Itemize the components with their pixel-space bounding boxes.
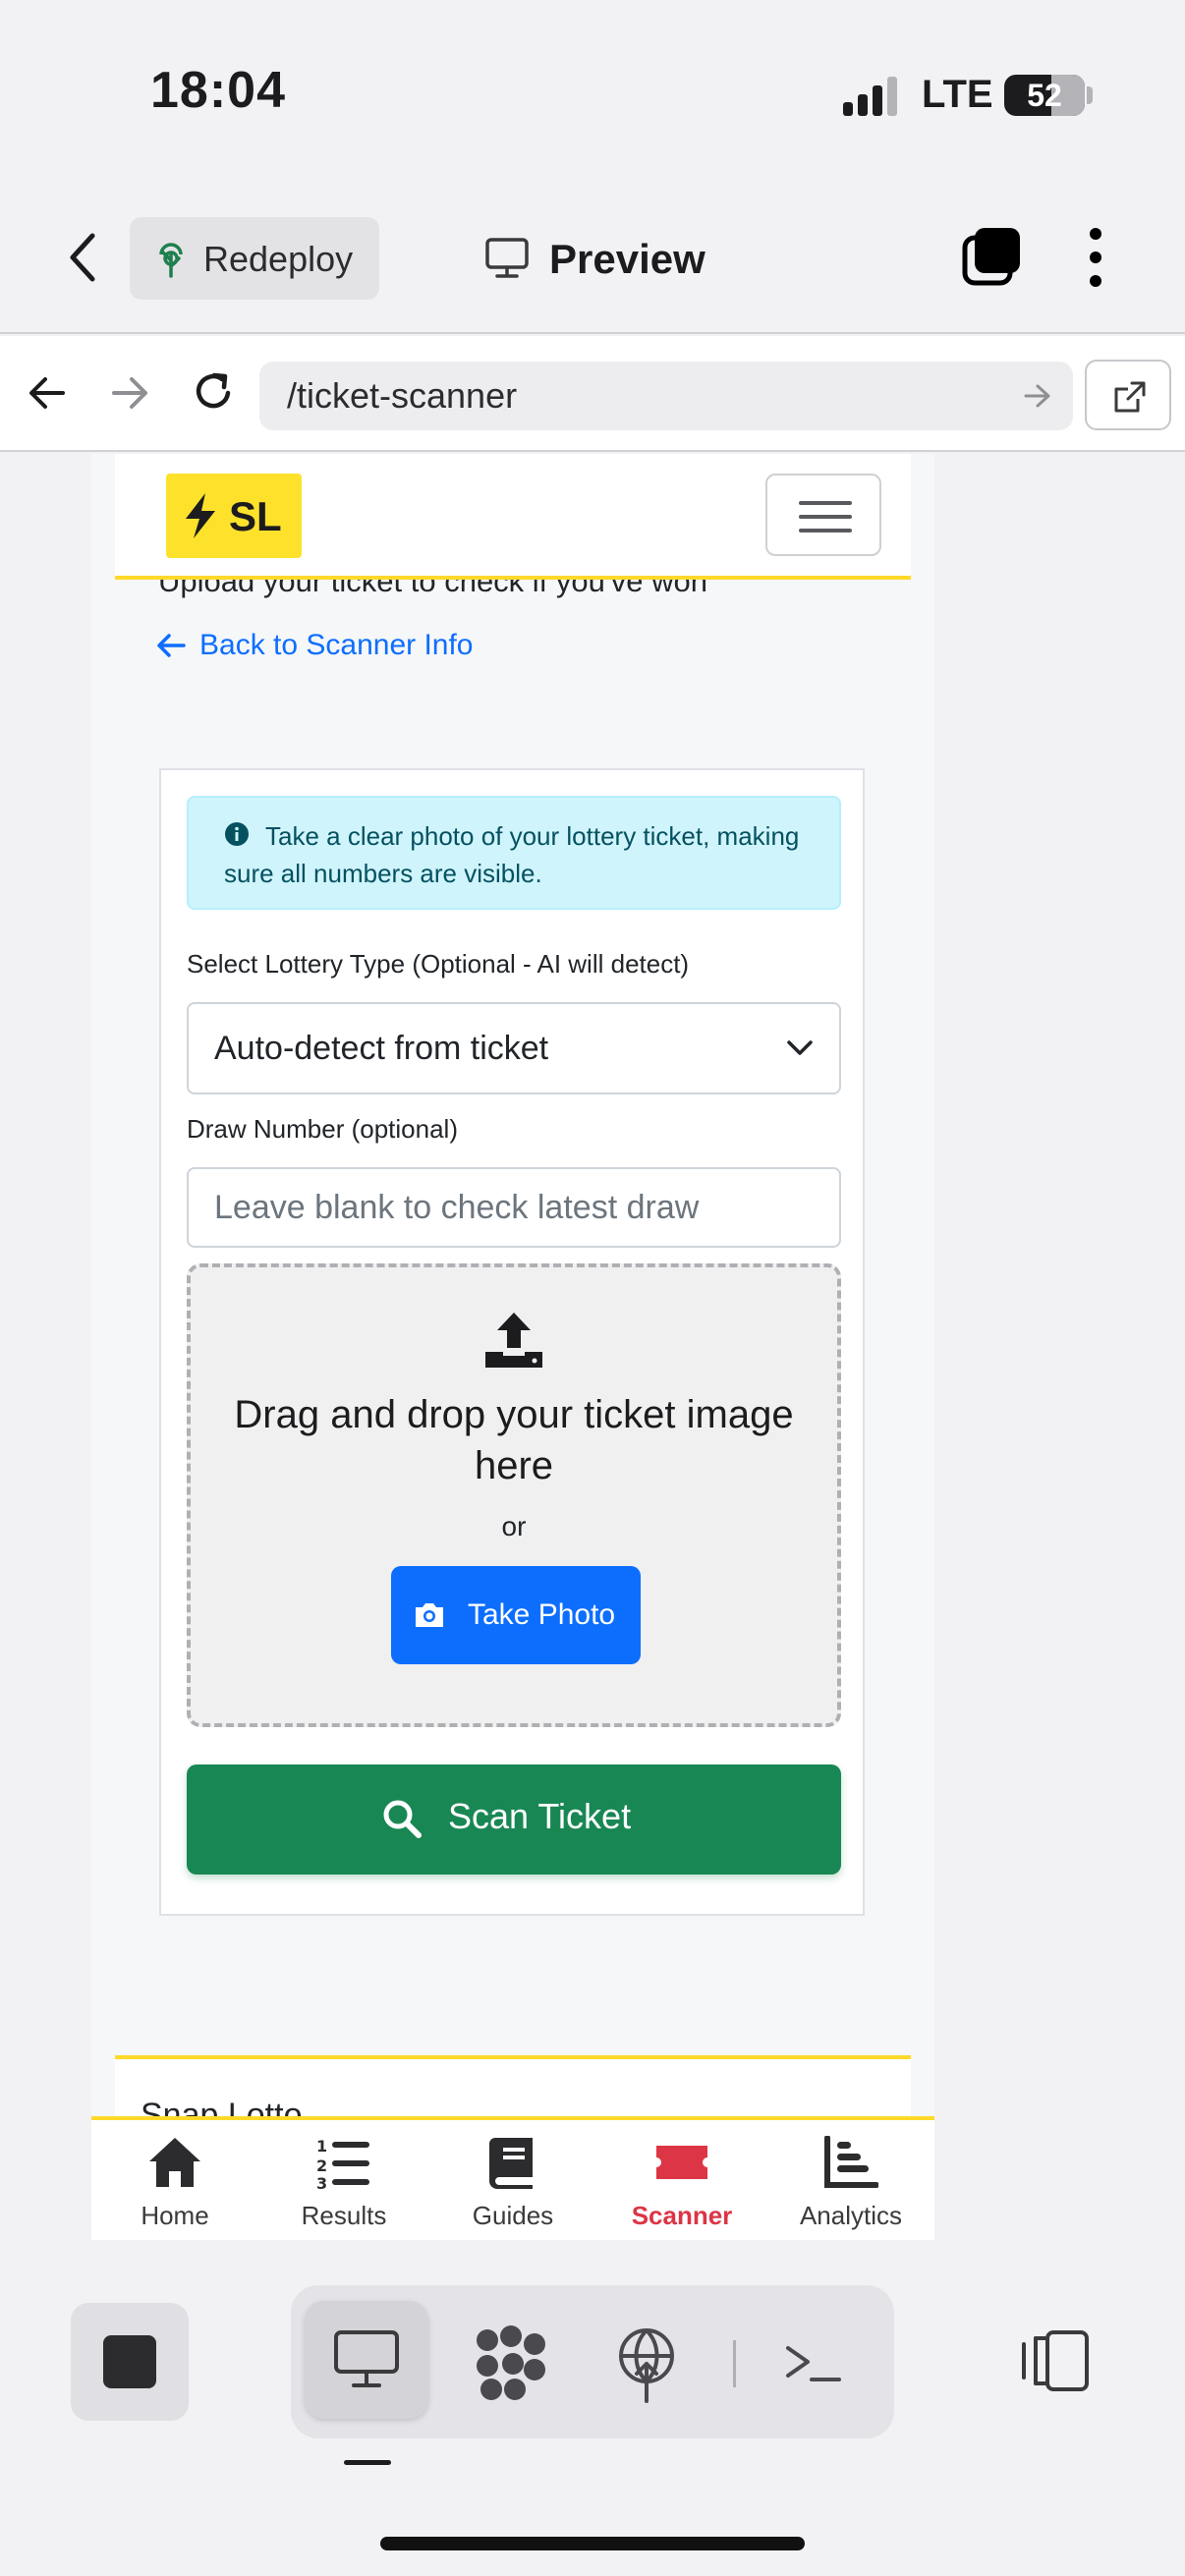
home-indicator (380, 2537, 805, 2550)
dropzone-or: or (501, 1511, 527, 1541)
draw-number-input[interactable] (187, 1167, 841, 1248)
nav-item-scanner[interactable]: Scanner (598, 2120, 765, 2240)
draw-number-label: Draw Number (optional) (187, 1114, 458, 1144)
scan-ticket-label: Scan Ticket (448, 1796, 632, 1836)
more-vertical-icon[interactable] (1081, 226, 1110, 289)
terminal-icon[interactable] (782, 2324, 845, 2403)
web-viewport: Upload your ticket to check if you've wo… (91, 454, 934, 2240)
lottery-type-value: Auto-detect from ticket (214, 1030, 549, 1067)
view-switcher (291, 2285, 894, 2438)
arrow-right-icon[interactable] (108, 371, 151, 415)
back-link-label: Back to Scanner Info (199, 629, 474, 661)
lottery-type-label: Select Lottery Type (Optional - AI will … (187, 949, 690, 979)
menu-toggle-button[interactable] (765, 474, 881, 556)
camera-icon (416, 1603, 443, 1627)
go-arrow-icon[interactable] (1024, 383, 1051, 409)
site-navbar: SL (115, 454, 911, 580)
nodes-icon[interactable] (472, 2324, 550, 2403)
battery-icon: 52 (1004, 75, 1085, 116)
monitor-icon (334, 2330, 399, 2387)
battery-level: 52 (1027, 78, 1062, 113)
battery-tip (1087, 86, 1093, 104)
upload-icon (485, 1313, 542, 1368)
redeploy-label: Redeploy (203, 239, 354, 279)
arrow-left-icon (157, 634, 186, 657)
url-text: /ticket-scanner (287, 375, 518, 416)
arrow-left-icon[interactable] (26, 371, 69, 415)
dropzone-title: Drag and drop your ticket image here (234, 1393, 794, 1487)
nav-label: Analytics (799, 2201, 903, 2230)
svg-text:1: 1 (316, 2137, 327, 2156)
nav-label: Scanner (631, 2201, 733, 2230)
stop-icon (103, 2335, 156, 2388)
home-icon (149, 2138, 200, 2187)
open-external-button[interactable] (1085, 360, 1171, 430)
chevron-left-icon[interactable] (61, 228, 104, 287)
app-bar: Redeploy Preview (0, 187, 1185, 334)
network-type: LTE (922, 73, 993, 116)
url-bar: /ticket-scanner (0, 336, 1185, 452)
list-ol-icon: 1 2 3 (316, 2137, 369, 2189)
reload-icon[interactable] (189, 367, 238, 417)
url-field[interactable]: /ticket-scanner (259, 362, 1073, 430)
chevron-down-icon (787, 1040, 813, 1055)
logo-text: SL (229, 493, 282, 539)
nav-item-home[interactable]: Home (91, 2120, 258, 2240)
svg-text:2: 2 (316, 2156, 327, 2175)
deploy-globe-icon[interactable] (615, 2324, 678, 2403)
status-time: 18:04 (150, 62, 286, 119)
preview-label: Preview (549, 236, 705, 282)
ticket-icon (656, 2146, 707, 2179)
info-alert-text: Take a clear photo of your lottery ticke… (224, 821, 800, 888)
info-alert: Take a clear photo of your lottery ticke… (187, 796, 841, 910)
bar-chart-icon (824, 2136, 878, 2188)
stop-button[interactable] (71, 2303, 189, 2421)
redeploy-button[interactable]: Redeploy (130, 217, 379, 300)
scanner-card: Take a clear photo of your lottery ticke… (159, 768, 865, 1916)
take-photo-label: Take Photo (468, 1598, 616, 1631)
ticket-dropzone[interactable]: Drag and drop your ticket image here or … (187, 1263, 841, 1727)
take-photo-button[interactable]: Take Photo (391, 1566, 641, 1664)
bottom-nav: Home 1 2 3 Results Guides Scanner Analyt… (91, 2116, 934, 2240)
nav-item-results[interactable]: 1 2 3 Results (260, 2120, 427, 2240)
nav-item-analytics[interactable]: Analytics (767, 2120, 934, 2240)
nav-label: Home (141, 2201, 209, 2230)
external-link-icon (1114, 381, 1146, 413)
tree-icon (159, 243, 183, 278)
lightning-icon (186, 493, 215, 538)
monitor-icon (485, 238, 529, 278)
status-bar: 18:04 LTE 52 (0, 0, 1185, 187)
sidebar-panel-icon[interactable] (1018, 2328, 1091, 2393)
lottery-type-select[interactable]: Auto-detect from ticket (187, 1002, 841, 1094)
nav-item-guides[interactable]: Guides (429, 2120, 596, 2240)
separator (733, 2340, 736, 2387)
signal-icon (843, 77, 897, 116)
active-indicator (344, 2460, 391, 2465)
nav-label: Results (301, 2201, 387, 2230)
book-icon (489, 2138, 533, 2189)
desktop-view-button[interactable] (305, 2301, 428, 2419)
tabs-icon[interactable] (961, 226, 1022, 287)
app-toolbar (0, 2242, 1185, 2576)
scan-ticket-button[interactable]: Scan Ticket (187, 1764, 841, 1875)
site-logo[interactable]: SL (166, 474, 302, 558)
preview-button[interactable]: Preview (485, 230, 741, 289)
svg-text:3: 3 (316, 2174, 327, 2189)
nav-label: Guides (472, 2201, 554, 2230)
search-icon (383, 1800, 422, 1838)
